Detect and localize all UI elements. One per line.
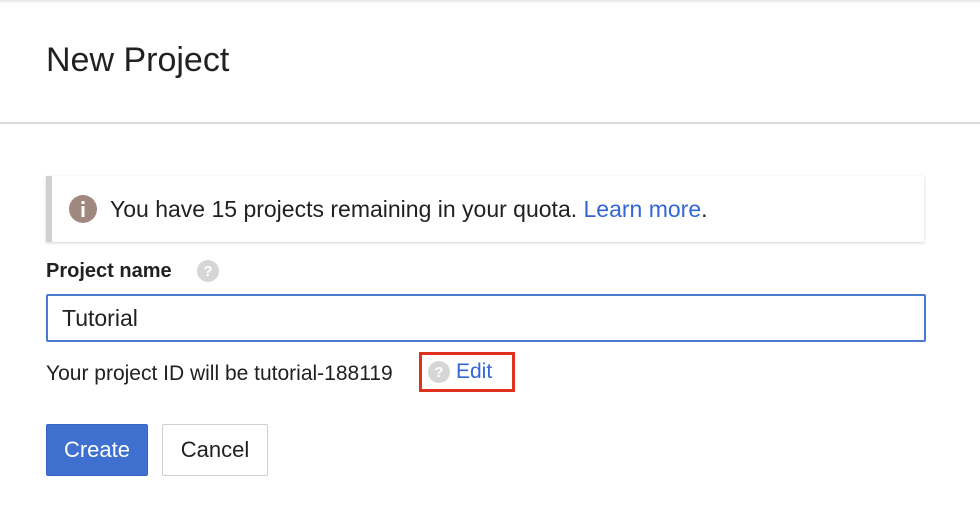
quota-message: You have 15 projects remaining in your q… — [110, 194, 708, 224]
edit-project-id-link[interactable]: Edit — [456, 358, 492, 386]
project-name-input[interactable] — [46, 294, 926, 342]
cancel-button[interactable]: Cancel — [162, 424, 268, 476]
info-icon — [69, 195, 97, 223]
project-id-text: Your project ID will be tutorial-188119 — [46, 362, 393, 385]
svg-text:?: ? — [434, 364, 443, 381]
project-name-label: Project name — [46, 260, 172, 282]
help-icon[interactable]: ? — [197, 260, 219, 282]
edit-highlight-box: ? Edit — [419, 352, 515, 392]
svg-text:?: ? — [203, 263, 212, 280]
quota-suffix: . — [701, 196, 708, 222]
help-icon[interactable]: ? — [428, 361, 450, 383]
create-button[interactable]: Create — [46, 424, 148, 476]
page-title: New Project — [46, 41, 230, 79]
learn-more-link[interactable]: Learn more — [584, 196, 702, 222]
page-header: New Project — [0, 0, 980, 124]
quota-text: You have 15 projects remaining in your q… — [110, 196, 578, 222]
quota-banner: You have 15 projects remaining in your q… — [46, 176, 924, 242]
